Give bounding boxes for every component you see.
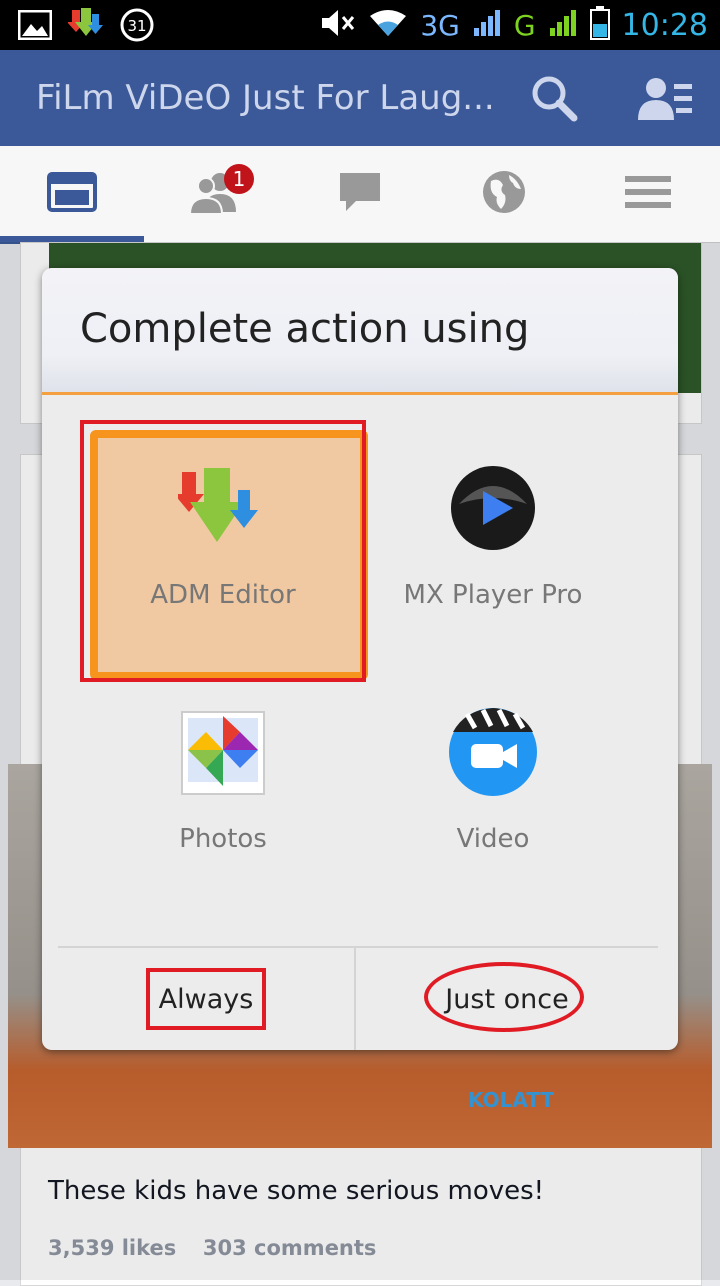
svg-text:31: 31	[127, 17, 146, 35]
app-option-video[interactable]: Video	[358, 688, 628, 938]
network-type-g: G	[513, 8, 536, 42]
app-option-adm-editor[interactable]: ADM Editor	[88, 428, 358, 678]
app-label: Photos	[179, 824, 267, 854]
app-label: ADM Editor	[150, 580, 296, 610]
dialog-title: Complete action using	[80, 306, 530, 352]
calendar-icon: 31	[120, 8, 154, 46]
tab-friend-requests[interactable]: 1	[144, 146, 288, 242]
tab-messages[interactable]	[288, 146, 432, 242]
app-label: Video	[456, 824, 530, 854]
video-camera-icon	[445, 702, 541, 802]
clock: 10:28	[621, 7, 708, 43]
chat-icon	[338, 171, 382, 217]
adm-download-icon	[174, 464, 268, 554]
news-feed-icon	[47, 172, 97, 216]
tab-news-feed[interactable]	[0, 146, 144, 244]
signal-icon-2	[548, 8, 578, 42]
tab-more[interactable]	[576, 146, 720, 242]
tab-notifications[interactable]	[432, 146, 576, 242]
app-bar: FiLm ViDeO Just For Laug...	[0, 50, 720, 146]
mx-player-icon	[449, 464, 537, 556]
app-option-photos[interactable]: Photos	[88, 688, 358, 938]
signal-icon-1	[472, 8, 502, 42]
app-option-mx-player-pro[interactable]: MX Player Pro	[358, 428, 628, 678]
tab-bar: 1	[0, 146, 720, 244]
annotation-box	[146, 968, 266, 1030]
profile-list-icon[interactable]	[638, 74, 694, 126]
mute-icon	[320, 8, 356, 42]
app-label: MX Player Pro	[403, 580, 583, 610]
dialog-header: Complete action using	[42, 268, 678, 395]
battery-icon	[589, 6, 610, 44]
annotation-ellipse	[424, 962, 584, 1032]
status-bar: 31 3G G 10:28	[0, 0, 720, 50]
globe-icon	[481, 169, 527, 219]
menu-icon	[625, 174, 671, 214]
photos-pinwheel-icon	[178, 702, 268, 800]
page-title: FiLm ViDeO Just For Laug...	[36, 78, 495, 118]
wifi-icon	[368, 8, 408, 42]
chooser-dialog: Complete action using ADM Editor MX Play…	[42, 268, 678, 1050]
image-notification-icon	[17, 9, 53, 44]
network-type-3g: 3G	[420, 8, 460, 42]
notification-badge: 1	[224, 164, 254, 194]
download-notification-icon	[67, 8, 104, 46]
search-icon[interactable]	[530, 74, 578, 126]
